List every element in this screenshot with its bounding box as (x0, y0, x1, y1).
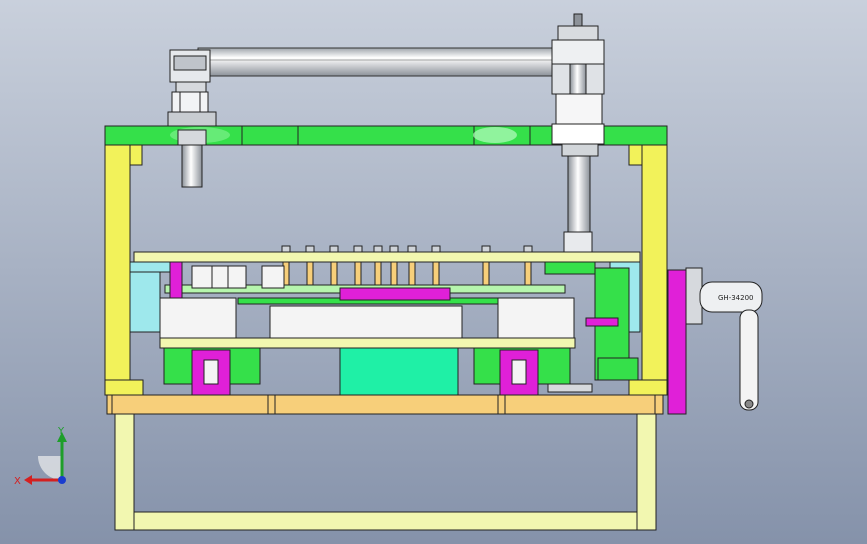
cad-viewport[interactable]: GH-34200 Y X (0, 0, 867, 544)
probe-pin-head (353, 245, 363, 253)
stand-left-leg (114, 413, 135, 531)
probe-pin-head (523, 245, 533, 253)
assembly-drawing: GH-34200 Y X (0, 0, 867, 544)
probe-pin-head (329, 245, 339, 253)
probe-pin-head (481, 245, 491, 253)
top-rod (197, 47, 559, 77)
probe-pin-head (389, 245, 399, 253)
y-axis-label: Y (57, 426, 65, 437)
base-plate (106, 394, 664, 415)
probe-pin-head (281, 245, 291, 253)
lower-blocks (163, 347, 571, 396)
probe-pin-head (407, 245, 417, 253)
stand-bottom-bar (133, 511, 638, 531)
right-frame-outer (641, 125, 668, 396)
right-frame-inner (628, 144, 643, 166)
clamp-tag: GH-34200 (718, 294, 753, 302)
x-axis-label: X (14, 476, 21, 487)
left-frame-outer (104, 125, 131, 396)
probe-pin-head (373, 245, 383, 253)
left-frame-foot (104, 379, 144, 396)
right-frame-foot (628, 379, 668, 396)
probe-pin-head (305, 245, 315, 253)
left-frame-inner (129, 144, 143, 166)
stand-right-leg (636, 413, 657, 531)
lower-fixture-plate (159, 337, 576, 349)
probe-pin-head (431, 245, 441, 253)
